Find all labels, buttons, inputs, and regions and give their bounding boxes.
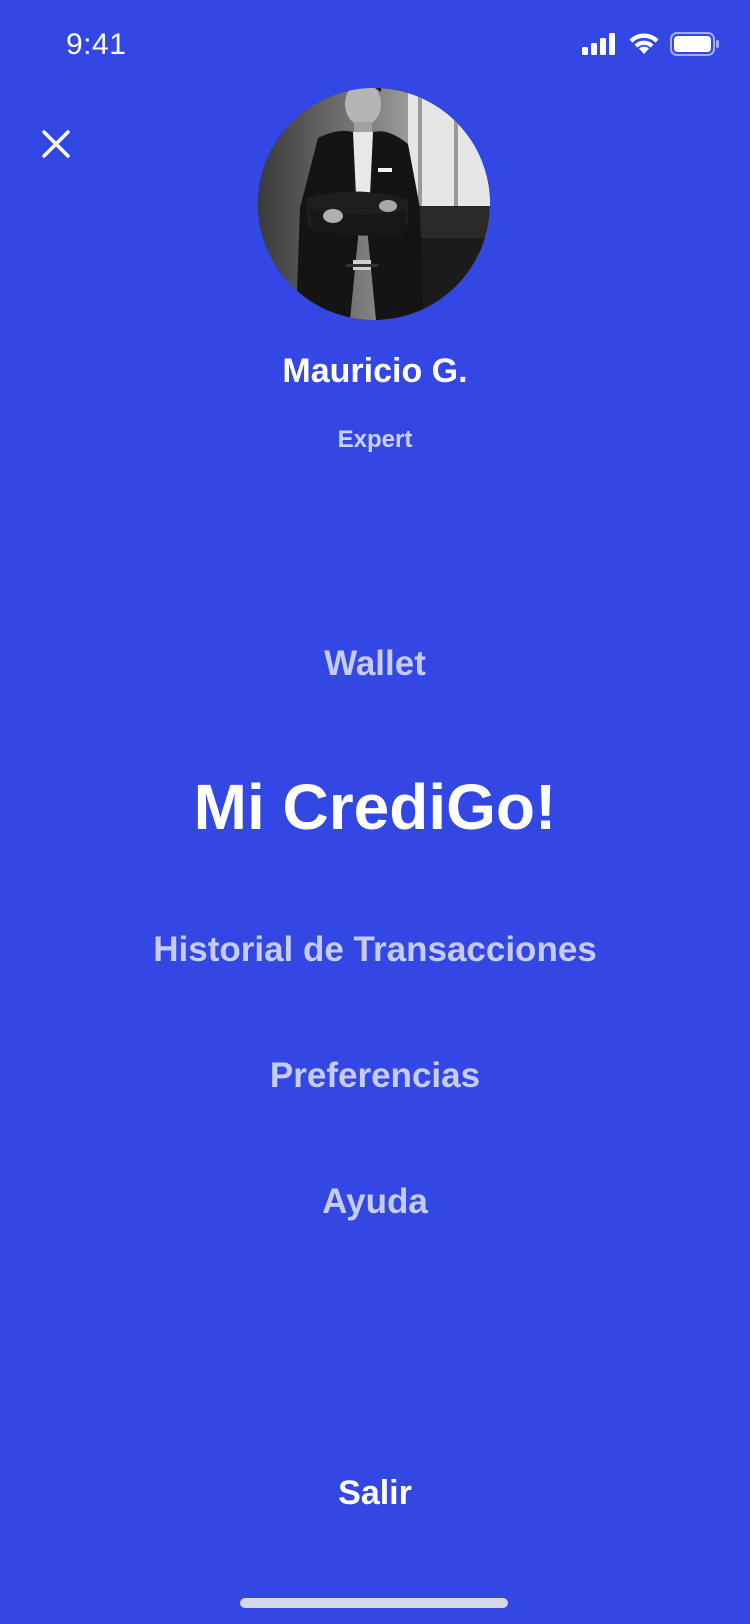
menu-item-preferencias[interactable]: Preferencias <box>0 1056 750 1096</box>
status-icons <box>582 32 720 61</box>
close-button[interactable] <box>34 124 78 168</box>
user-role: Expert <box>337 426 413 453</box>
wifi-icon <box>628 32 660 61</box>
menu-item-wallet[interactable]: Wallet <box>0 644 750 684</box>
avatar <box>258 88 490 320</box>
menu-item-mi-credigo[interactable]: Mi CrediGo! <box>0 770 750 844</box>
status-time: 9:41 <box>66 28 127 61</box>
home-indicator <box>240 1598 508 1608</box>
battery-icon <box>670 32 720 61</box>
menu-item-ayuda[interactable]: Ayuda <box>0 1182 750 1222</box>
close-icon <box>41 129 71 164</box>
menu-item-historial-transacciones[interactable]: Historial de Transacciones <box>0 930 750 970</box>
cellular-signal-icon <box>582 33 618 60</box>
status-bar: 9:41 <box>0 0 750 96</box>
logout-button[interactable]: Salir <box>0 1474 750 1513</box>
user-name: Mauricio G. <box>282 352 468 390</box>
